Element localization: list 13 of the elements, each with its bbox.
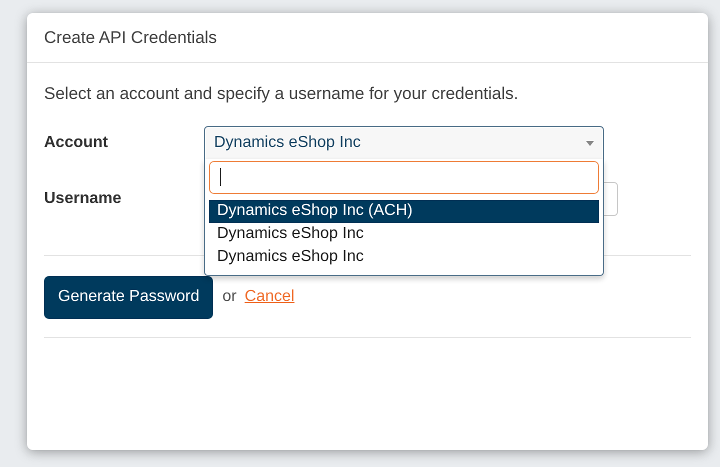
- dropdown-option[interactable]: Dynamics eShop Inc: [209, 246, 599, 268]
- dropdown-option[interactable]: Dynamics eShop Inc: [209, 222, 599, 246]
- or-text: or: [222, 287, 237, 307]
- caret-icon: [586, 140, 594, 146]
- dropdown-option[interactable]: Dynamics eShop Inc (ACH): [209, 200, 599, 222]
- field-label: Username: [44, 188, 122, 208]
- generate-password-button[interactable]: Generate Password: [44, 276, 214, 318]
- text-cursor: [220, 168, 221, 186]
- search-field[interactable]: [209, 160, 599, 194]
- dialog-description: Select an account and specify a username for your credentials.: [44, 83, 520, 105]
- account-select[interactable]: Dynamics eShop Inc: [204, 126, 604, 160]
- field-label: Account: [44, 132, 109, 152]
- dialog-title: Create API Credentials: [44, 26, 217, 49]
